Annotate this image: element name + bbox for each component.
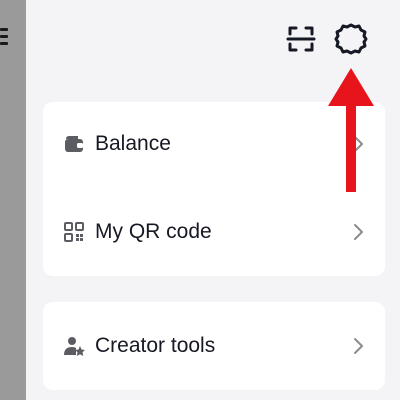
menu-item-label: Creator tools	[95, 334, 216, 357]
menu-item-label: Balance	[95, 132, 171, 155]
menu-icon[interactable]	[0, 26, 8, 46]
qr-code-icon	[63, 221, 85, 243]
chevron-right-icon	[353, 337, 365, 355]
scan-icon[interactable]	[284, 22, 318, 56]
background-side-panel	[0, 0, 26, 400]
menu-item-label: My QR code	[95, 220, 212, 243]
annotation-arrow	[328, 68, 374, 192]
wallet-icon	[63, 133, 85, 155]
menu-item-my-qr-code[interactable]: My QR code	[43, 204, 385, 260]
chevron-right-icon	[353, 223, 365, 241]
creator-tools-icon	[63, 335, 85, 357]
menu-item-creator-tools[interactable]: Creator tools	[43, 318, 385, 374]
menu-card: Creator tools	[43, 302, 385, 390]
settings-icon[interactable]	[334, 22, 368, 56]
